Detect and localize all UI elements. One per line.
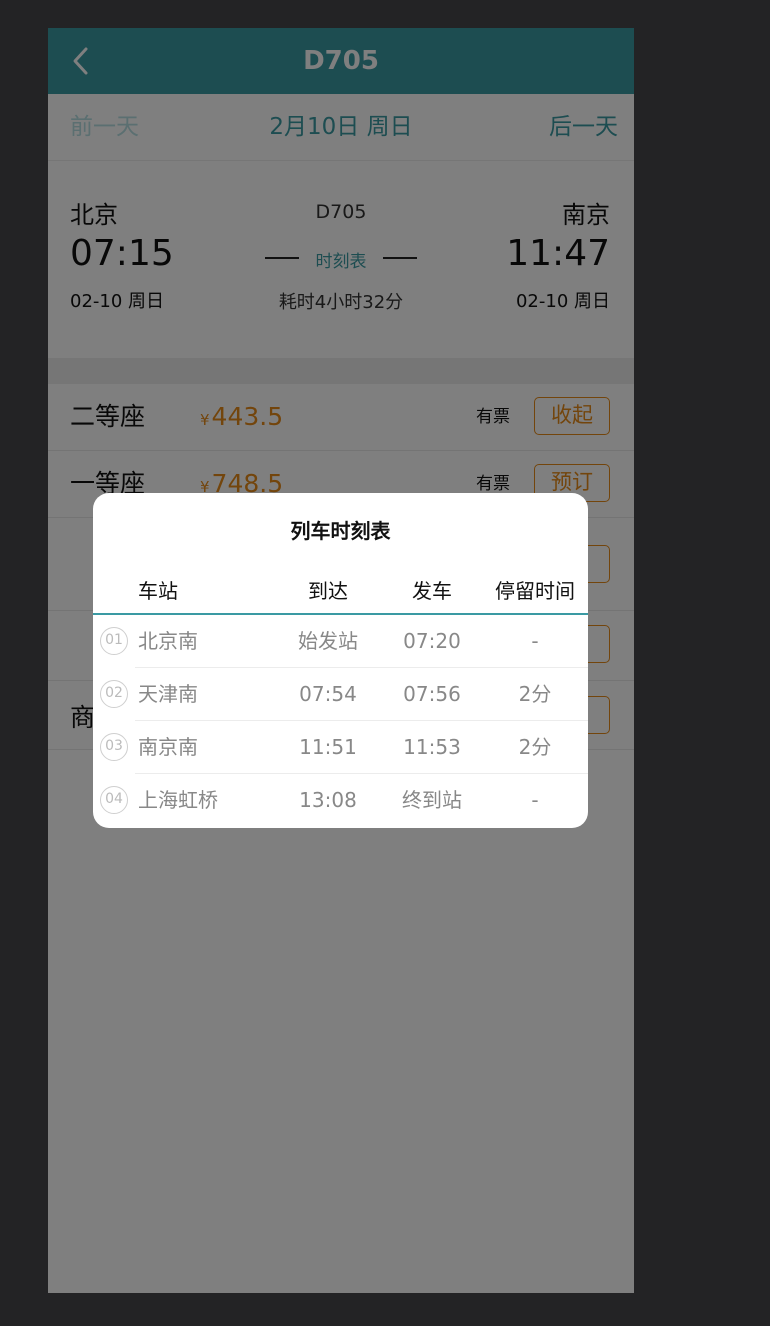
table-row: 04 上海虹桥 13:08 终到站 - bbox=[93, 774, 588, 827]
column-header-arrive: 到达 bbox=[308, 579, 348, 603]
stop-duration: - bbox=[531, 788, 539, 812]
column-header-depart: 发车 bbox=[412, 579, 452, 603]
table-row: 03 南京南 11:51 11:53 2分 bbox=[93, 721, 588, 774]
depart-time: 07:56 bbox=[403, 682, 461, 706]
stop-index: 02 bbox=[100, 680, 128, 708]
station-name: 上海虹桥 bbox=[138, 788, 218, 812]
arrive-time: 始发站 bbox=[298, 629, 358, 653]
column-header-stop: 停留时间 bbox=[495, 579, 575, 603]
stop-duration: 2分 bbox=[518, 735, 552, 759]
table-row: 01 北京南 始发站 07:20 - bbox=[93, 615, 588, 668]
station-name: 北京南 bbox=[138, 629, 198, 653]
arrive-time: 07:54 bbox=[299, 682, 357, 706]
arrive-time: 11:51 bbox=[299, 735, 357, 759]
stop-index: 04 bbox=[100, 786, 128, 814]
arrive-time: 13:08 bbox=[299, 788, 357, 812]
timetable-modal: 列车时刻表 车站 到达 发车 停留时间 01 北京南 始发站 07:20 - 0… bbox=[93, 493, 588, 828]
stop-duration: 2分 bbox=[518, 682, 552, 706]
column-header-station: 车站 bbox=[138, 579, 178, 603]
depart-time: 终到站 bbox=[402, 788, 462, 812]
stop-index: 01 bbox=[100, 627, 128, 655]
modal-title: 列车时刻表 bbox=[290, 519, 391, 543]
stop-index: 03 bbox=[100, 733, 128, 761]
station-name: 南京南 bbox=[138, 735, 198, 759]
station-name: 天津南 bbox=[138, 682, 198, 706]
table-header: 车站 到达 发车 停留时间 bbox=[93, 563, 588, 615]
table-row: 02 天津南 07:54 07:56 2分 bbox=[93, 668, 588, 721]
app-screen: D705 前一天 2月10日 周日 后一天 北京 07:15 02-10 周日 … bbox=[48, 28, 634, 1293]
depart-time: 11:53 bbox=[403, 735, 461, 759]
depart-time: 07:20 bbox=[403, 629, 461, 653]
stop-duration: - bbox=[531, 629, 539, 653]
